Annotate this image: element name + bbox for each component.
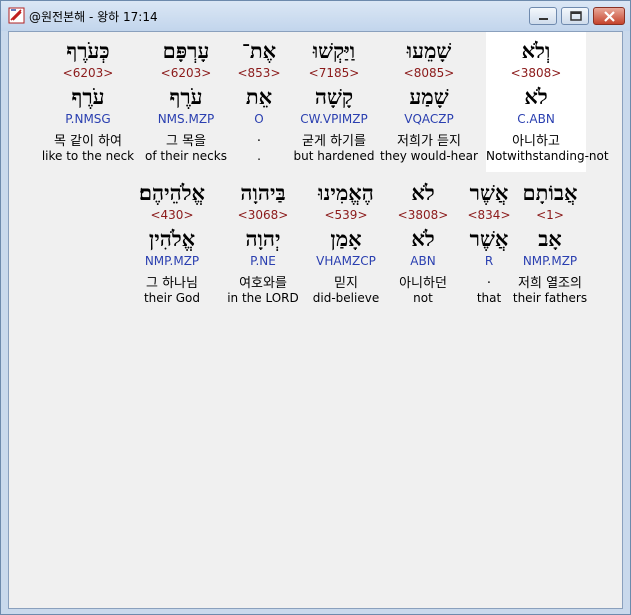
hebrew-lemma: עֹרֶף [71, 84, 105, 109]
word-cell[interactable]: שָׁמֵעוּ <8085> שָׁמַע VQACZP 저희가 듣지 the… [379, 32, 479, 172]
title-bar[interactable]: @원전본해 - 왕하 17:14 [1, 1, 630, 31]
english-gloss: of their necks [145, 149, 227, 163]
interlinear-panel[interactable]: וְלֹא <3808> לֹא C.ABN 아니하고 Notwithstand… [8, 31, 623, 609]
morphology-code: P.NE [250, 254, 276, 268]
korean-gloss: 그 하나님 [146, 276, 198, 291]
app-window: @원전본해 - 왕하 17:14 וְלֹא <3808> לֹא C.ABN … [0, 0, 631, 615]
hebrew-word: שָׁמֵעוּ [406, 38, 452, 63]
close-button[interactable] [593, 7, 625, 25]
minimize-icon [539, 18, 548, 20]
morphology-code: VQACZP [404, 112, 454, 126]
strong-number[interactable]: <8085> [379, 66, 479, 80]
korean-gloss: 저희가 듣지 [397, 134, 461, 149]
word-cell[interactable]: וְלֹא <3808> לֹא C.ABN 아니하고 Notwithstand… [486, 32, 609, 172]
word-cell[interactable]: כְּעֹרֶף <6203> עֹרֶף P.NMSG 목 같이 하여 lik… [38, 32, 138, 172]
strong-number[interactable]: <3068> [213, 208, 313, 222]
english-gloss: like to the neck [41, 149, 135, 163]
window-title: @원전본해 - 왕하 17:14 [29, 10, 158, 24]
hebrew-lemma: יְהוָה [245, 226, 281, 251]
korean-gloss: 아니하고 [512, 134, 560, 149]
bible-app-icon [8, 7, 25, 24]
strong-number[interactable]: <430> [122, 208, 222, 222]
hebrew-lemma: לֹא [524, 84, 548, 109]
morphology-code: NMS.MZP [157, 112, 215, 126]
hebrew-word: בַּיהוָה [240, 180, 286, 205]
maximize-button[interactable] [561, 7, 589, 25]
morphology-code: P.NMSG [65, 112, 111, 126]
korean-gloss: 그 목을 [165, 134, 206, 149]
hebrew-lemma: עֹרֶף [169, 84, 203, 109]
word-cell[interactable]: עָרְפָּם <6203> עֹרֶף NMS.MZP 그 목을 of th… [136, 32, 236, 172]
hebrew-word: כְּעֹרֶף [66, 38, 110, 63]
hebrew-word: עָרְפָּם [162, 38, 210, 63]
strong-number[interactable]: <3808> [486, 66, 586, 80]
strong-number[interactable]: <6203> [136, 66, 236, 80]
hebrew-word: אֱלֹהֵיהֶם׃ [138, 180, 206, 205]
english-gloss: in the LORD [227, 291, 299, 305]
minimize-button[interactable] [529, 7, 557, 25]
korean-gloss: 목 같이 하여 [53, 134, 123, 149]
english-gloss: their God [143, 291, 201, 305]
hebrew-lemma: אֱלֹהִין [148, 226, 196, 251]
korean-gloss: 여호와를 [239, 276, 287, 291]
close-icon [604, 11, 615, 22]
maximize-icon [570, 11, 582, 21]
english-gloss: they would-hear [380, 149, 478, 163]
english-gloss: Notwithstanding-not [486, 149, 609, 163]
morphology-code: NMP.MZP [144, 254, 200, 268]
word-cell[interactable]: בַּיהוָה <3068> יְהוָה P.NE 여호와를 in the … [213, 174, 313, 314]
hebrew-word: וְלֹא [521, 38, 551, 63]
word-cell[interactable]: אֱלֹהֵיהֶם׃ <430> אֱלֹהִין NMP.MZP 그 하나님… [122, 174, 222, 314]
strong-number[interactable]: <6203> [38, 66, 138, 80]
morphology-code: C.ABN [517, 112, 555, 126]
hebrew-lemma: שָׁמַע [409, 84, 449, 109]
